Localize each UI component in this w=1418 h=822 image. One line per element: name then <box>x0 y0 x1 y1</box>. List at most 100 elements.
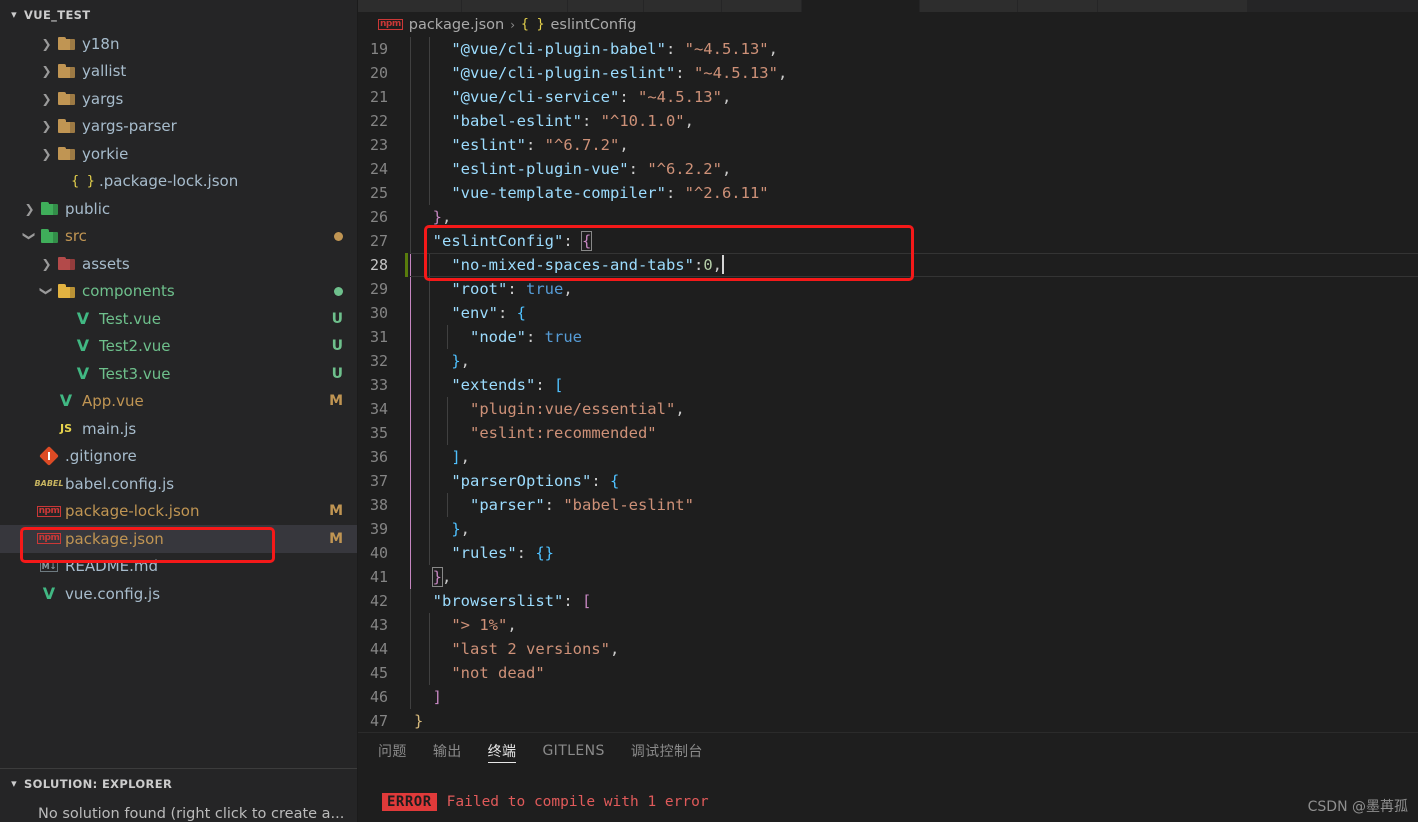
tree-item-components[interactable]: ❯ components <box>0 278 357 306</box>
line-number: 31 <box>369 328 388 346</box>
tree-item-public[interactable]: ❯ public <box>0 195 357 223</box>
code-line-31[interactable]: 31 "node": true <box>358 325 1418 349</box>
panel-tab-终端[interactable]: 终端 <box>487 733 517 768</box>
chevron-down-icon[interactable]: ❯ <box>23 228 37 245</box>
chevron-right-icon[interactable]: ❯ <box>38 37 55 51</box>
code-line-40[interactable]: 40 "rules": {} <box>358 541 1418 565</box>
code-line-32[interactable]: 32 }, <box>358 349 1418 373</box>
editor-tab-stub[interactable] <box>1098 0 1248 12</box>
editor-tab-stub-active[interactable] <box>802 0 920 12</box>
editor-tab-stub[interactable] <box>1018 0 1098 12</box>
tree-item-yallist[interactable]: ❯ yallist <box>0 58 357 86</box>
code-line-28[interactable]: 28 "no-mixed-spaces-and-tabs":0, <box>358 253 1418 277</box>
code-editor[interactable]: 19 "@vue/cli-plugin-babel": "~4.5.13", 20… <box>358 37 1418 732</box>
code-line-text: } <box>410 709 1418 732</box>
tree-item-readme-md[interactable]: M↓ README.md <box>0 553 357 581</box>
editor-tab-stub[interactable] <box>462 0 568 12</box>
tree-item-icon <box>55 91 77 106</box>
code-lines[interactable]: 19 "@vue/cli-plugin-babel": "~4.5.13", 20… <box>358 37 1418 732</box>
code-line-content: "@vue/cli-plugin-eslint": "~4.5.13", <box>414 64 787 82</box>
code-line-22[interactable]: 22 "babel-eslint": "^10.1.0", <box>358 109 1418 133</box>
line-number: 37 <box>369 472 388 490</box>
code-line-27[interactable]: 27 "eslintConfig": { <box>358 229 1418 253</box>
tree-item-test2-vue[interactable]: V Test2.vue U <box>0 333 357 361</box>
tree-item-babel-config-js[interactable]: BABEL babel.config.js <box>0 470 357 498</box>
indent-guide <box>428 181 430 205</box>
code-line-19[interactable]: 19 "@vue/cli-plugin-babel": "~4.5.13", <box>358 37 1418 61</box>
editor-tab-stub[interactable] <box>920 0 1018 12</box>
code-line-38[interactable]: 38 "parser": "babel-eslint" <box>358 493 1418 517</box>
editor-tab-stub[interactable] <box>722 0 802 12</box>
code-line-44[interactable]: 44 "last 2 versions", <box>358 637 1418 661</box>
code-token: ] <box>432 688 443 706</box>
tree-item-y18n[interactable]: ❯ y18n <box>0 30 357 58</box>
tree-item-main-js[interactable]: JS main.js <box>0 415 357 443</box>
tree-item-package-lock-json[interactable]: npm package-lock.json M <box>0 498 357 526</box>
chevron-right-icon[interactable]: ❯ <box>38 92 55 106</box>
code-line-36[interactable]: 36 ], <box>358 445 1418 469</box>
editor-tab-bar[interactable] <box>358 0 1418 12</box>
code-line-21[interactable]: 21 "@vue/cli-service": "~4.5.13", <box>358 85 1418 109</box>
solution-section-header[interactable]: ▾ SOLUTION: EXPLORER <box>0 769 357 798</box>
code-line-24[interactable]: 24 "eslint-plugin-vue": "^6.2.2", <box>358 157 1418 181</box>
chevron-right-icon[interactable]: ❯ <box>38 257 55 271</box>
code-line-47[interactable]: 47} <box>358 709 1418 732</box>
line-number: 34 <box>369 400 388 418</box>
tree-item-vue-config-js[interactable]: Vvue.config.js <box>0 580 357 608</box>
breadcrumb-file[interactable]: npm package.json <box>378 17 504 33</box>
chevron-down-icon[interactable]: ❯ <box>40 283 54 300</box>
panel-tab-输出[interactable]: 输出 <box>433 733 462 768</box>
code-line-23[interactable]: 23 "eslint": "^6.7.2", <box>358 133 1418 157</box>
code-line-45[interactable]: 45 "not dead" <box>358 661 1418 685</box>
code-line-29[interactable]: 29 "root": true, <box>358 277 1418 301</box>
indent-guide <box>410 229 411 253</box>
code-line-39[interactable]: 39 }, <box>358 517 1418 541</box>
panel-tab-问题[interactable]: 问题 <box>378 733 407 768</box>
tree-item-yorkie[interactable]: ❯ yorkie <box>0 140 357 168</box>
breadcrumb[interactable]: npm package.json › { } eslintConfig <box>358 12 1418 37</box>
tree-item-label: Test3.vue <box>99 364 171 383</box>
tree-item-assets[interactable]: ❯ assets <box>0 250 357 278</box>
code-line-content: "eslint": "^6.7.2", <box>414 136 628 154</box>
editor-tab-stub[interactable] <box>568 0 644 12</box>
file-tree[interactable]: ❯ y18n ❯ yallist ❯ yargs ❯ yargs-parser ❯ yorkie {… <box>0 29 357 768</box>
tree-item-yargs[interactable]: ❯ yargs <box>0 85 357 113</box>
code-line-46[interactable]: 46 ] <box>358 685 1418 709</box>
panel-tab-list[interactable]: 问题 输出 终端 GITLENS 调试控制台 <box>358 733 1418 768</box>
breadcrumb-symbol[interactable]: { } eslintConfig <box>521 17 636 33</box>
tree-item-app-vue[interactable]: V App.vue M <box>0 388 357 416</box>
tree-item-src[interactable]: ❯ src <box>0 223 357 251</box>
tree-item-package-lock-json[interactable]: { } .package-lock.json <box>0 168 357 196</box>
chevron-right-icon[interactable]: ❯ <box>38 147 55 161</box>
chevron-right-icon[interactable]: ❯ <box>38 119 55 133</box>
tree-item-package-json[interactable]: npm package.json M <box>0 525 357 553</box>
terminal-output[interactable]: ERROR Failed to compile with 1 error <box>358 768 1418 822</box>
tree-item-gitignore[interactable]: .gitignore <box>0 443 357 471</box>
code-line-34[interactable]: 34 "plugin:vue/essential", <box>358 397 1418 421</box>
code-line-37[interactable]: 37 "parserOptions": { <box>358 469 1418 493</box>
code-line-33[interactable]: 33 "extends": [ <box>358 373 1418 397</box>
explorer-section-header[interactable]: ▾ VUE_TEST <box>0 0 357 29</box>
code-line-30[interactable]: 30 "env": { <box>358 301 1418 325</box>
chevron-right-icon[interactable]: ❯ <box>38 64 55 78</box>
code-token: { <box>609 472 620 490</box>
panel-tab-调试控制台[interactable]: 调试控制台 <box>631 733 703 768</box>
code-line-content: "@vue/cli-plugin-babel": "~4.5.13", <box>414 40 778 58</box>
code-line-25[interactable]: 25 "vue-template-compiler": "^2.6.11" <box>358 181 1418 205</box>
editor-tab-stub[interactable] <box>358 0 462 12</box>
panel-tab-GITLENS[interactable]: GITLENS <box>542 733 604 768</box>
editor-tab-stub[interactable] <box>644 0 722 12</box>
code-line-42[interactable]: 42 "browserslist": [ <box>358 589 1418 613</box>
tree-item-test3-vue[interactable]: V Test3.vue U <box>0 360 357 388</box>
tree-item-yargs-parser[interactable]: ❯ yargs-parser <box>0 113 357 141</box>
code-line-43[interactable]: 43 "> 1%", <box>358 613 1418 637</box>
code-line-41[interactable]: 41 }, <box>358 565 1418 589</box>
line-number: 46 <box>369 688 388 706</box>
chevron-right-icon[interactable]: ❯ <box>21 202 38 216</box>
code-line-35[interactable]: 35 "eslint:recommended" <box>358 421 1418 445</box>
code-line-26[interactable]: 26 }, <box>358 205 1418 229</box>
tree-item-test-vue[interactable]: V Test.vue U <box>0 305 357 333</box>
indent-guide <box>428 517 430 541</box>
code-line-20[interactable]: 20 "@vue/cli-plugin-eslint": "~4.5.13", <box>358 61 1418 85</box>
indent-guide <box>410 109 411 133</box>
